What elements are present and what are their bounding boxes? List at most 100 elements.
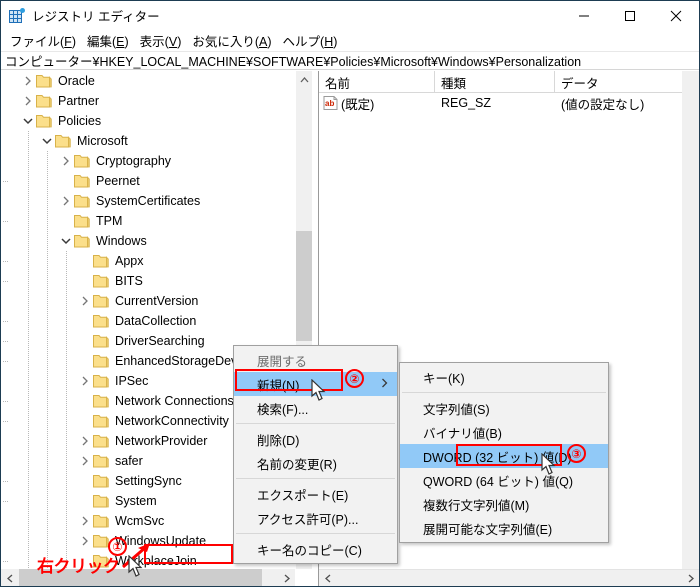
- tree-leaf-marker: [3, 213, 74, 229]
- submenu-item-1[interactable]: 文字列値(S): [400, 396, 608, 420]
- menu-favorites[interactable]: お気に入り(A): [190, 30, 280, 51]
- menu-item-label: 削除(D): [257, 433, 300, 448]
- tree-leaf-marker: [3, 253, 93, 269]
- folder-icon: [93, 414, 109, 428]
- tree-guide-line: [47, 171, 48, 191]
- menu-favorites-text: お気に入り(: [192, 35, 260, 49]
- menu-separator: [236, 423, 395, 424]
- menu-help[interactable]: ヘルプ(H): [281, 30, 347, 51]
- chevron-down-icon[interactable]: [20, 113, 36, 129]
- chevron-right-icon[interactable]: [20, 93, 36, 109]
- tree-guide-line: [66, 291, 67, 311]
- tree-item-datacollection[interactable]: DataCollection: [1, 311, 295, 331]
- chevron-right-icon[interactable]: [20, 73, 36, 89]
- address-bar[interactable]: コンピューター¥HKEY_LOCAL_MACHINE¥SOFTWARE¥Poli…: [1, 51, 699, 70]
- folder-icon: [74, 214, 90, 228]
- chevron-right-icon[interactable]: [77, 513, 93, 529]
- menu-view[interactable]: 表示(V): [138, 30, 191, 51]
- chevron-right-icon[interactable]: [77, 453, 93, 469]
- tree-item-oracle[interactable]: Oracle: [1, 71, 295, 91]
- folder-icon: [93, 474, 109, 488]
- tree-item-peernet[interactable]: Peernet: [1, 171, 295, 191]
- tree-item-label: Peernet: [96, 174, 140, 188]
- submenu-item-0[interactable]: キー(K): [400, 365, 608, 389]
- context-menu[interactable]: 展開する新規(N) 検索(F)... 削除(D) 名前の変更(R) エクスポート(E) ア…: [233, 345, 398, 564]
- right-click-label: 右クリック: [37, 557, 120, 576]
- tree-item-label: Appx: [115, 254, 144, 268]
- chevron-down-icon[interactable]: [39, 133, 55, 149]
- registry-editor-icon: [9, 7, 25, 24]
- value-list-header: 名前 種類 データ: [319, 71, 699, 93]
- tree-guide-line: [66, 511, 67, 531]
- tree-guide-line: [28, 291, 29, 311]
- tree-scroll-left-button[interactable]: [1, 569, 18, 586]
- tree-scroll-up-button[interactable]: [296, 71, 312, 88]
- table-row[interactable]: ab (既定) REG_SZ (値の設定なし): [319, 93, 699, 113]
- tree-guide-line: [47, 291, 48, 311]
- context-menu-item-10[interactable]: キー名のコピー(C): [234, 537, 397, 561]
- folder-icon: [93, 334, 109, 348]
- registry-path: コンピューター¥HKEY_LOCAL_MACHINE¥SOFTWARE¥Poli…: [5, 55, 582, 69]
- tree-guide-line: [28, 131, 29, 151]
- tree-item-partner[interactable]: Partner: [1, 91, 295, 111]
- context-menu-item-7[interactable]: エクスポート(E): [234, 482, 397, 506]
- chevron-right-icon[interactable]: [77, 533, 93, 549]
- submenu-item-5[interactable]: 複数行文字列値(M): [400, 492, 608, 516]
- context-menu-item-8[interactable]: アクセス許可(P)...: [234, 506, 397, 530]
- string-value-icon: ab: [323, 96, 338, 110]
- tree-guide-line: [47, 191, 48, 211]
- tree-guide-line: [28, 231, 29, 251]
- chevron-right-icon[interactable]: [77, 293, 93, 309]
- column-header-data[interactable]: データ: [555, 71, 699, 93]
- column-header-name[interactable]: 名前: [319, 71, 435, 93]
- context-menu-item-4[interactable]: 削除(D): [234, 427, 397, 451]
- menu-item-label: 展開する: [257, 354, 308, 369]
- tree-item-windows[interactable]: Windows: [1, 231, 295, 251]
- context-menu-item-1[interactable]: 新規(N): [234, 372, 397, 396]
- tree-guide-line: [28, 511, 29, 531]
- menu-help-tail: ): [333, 35, 338, 49]
- folder-icon: [55, 134, 71, 148]
- menu-file[interactable]: ファイル(F): [8, 30, 85, 51]
- tree-guide-line: [66, 471, 67, 491]
- menu-item-label: 名前の変更(R): [257, 457, 337, 472]
- minimize-button[interactable]: [561, 1, 607, 30]
- folder-icon: [36, 94, 52, 108]
- folder-icon: [93, 534, 109, 548]
- tree-item-appx[interactable]: Appx: [1, 251, 295, 271]
- tree-guide-line: [47, 351, 48, 371]
- tree-item-label: WorkplaceJoin: [115, 554, 197, 568]
- tree-item-currentversion[interactable]: CurrentVersion: [1, 291, 295, 311]
- tree-item-tpm[interactable]: TPM: [1, 211, 295, 231]
- context-menu-item-5[interactable]: 名前の変更(R): [234, 451, 397, 475]
- tree-item-bits[interactable]: BITS: [1, 271, 295, 291]
- submenu-item-6[interactable]: 展開可能な文字列値(E): [400, 516, 608, 540]
- maximize-button[interactable]: [607, 1, 653, 30]
- tree-scroll-right-button[interactable]: [278, 569, 295, 586]
- context-menu-item-2[interactable]: 検索(F)...: [234, 396, 397, 420]
- step-2-marker: ②: [345, 369, 364, 388]
- close-button[interactable]: [653, 1, 699, 30]
- tree-item-policies[interactable]: Policies: [1, 111, 295, 131]
- chevron-right-icon[interactable]: [58, 193, 74, 209]
- column-header-type[interactable]: 種類: [435, 71, 555, 93]
- list-scroll-right-button[interactable]: [682, 570, 699, 586]
- chevron-right-icon[interactable]: [77, 373, 93, 389]
- context-menu-item-0: 展開する: [234, 348, 397, 372]
- tree-guide-line: [47, 271, 48, 291]
- tree-item-microsoft[interactable]: Microsoft: [1, 131, 295, 151]
- tree-leaf-marker: [3, 413, 93, 429]
- chevron-right-icon[interactable]: [77, 433, 93, 449]
- tree-item-cryptography[interactable]: Cryptography: [1, 151, 295, 171]
- submenu-item-4[interactable]: QWORD (64 ビット) 値(Q): [400, 468, 608, 492]
- chevron-right-icon[interactable]: [58, 153, 74, 169]
- tree-guide-line: [28, 411, 29, 431]
- tree-item-systemcertificates[interactable]: SystemCertificates: [1, 191, 295, 211]
- list-horizontal-scrollbar[interactable]: [319, 569, 699, 586]
- list-scroll-left-button[interactable]: [319, 570, 336, 586]
- menu-edit[interactable]: 編集(E): [85, 30, 138, 51]
- chevron-down-icon[interactable]: [58, 233, 74, 249]
- list-vertical-scrollbar[interactable]: [682, 71, 699, 569]
- submenu-item-2[interactable]: バイナリ値(B): [400, 420, 608, 444]
- tree-scroll-thumb[interactable]: [296, 231, 312, 341]
